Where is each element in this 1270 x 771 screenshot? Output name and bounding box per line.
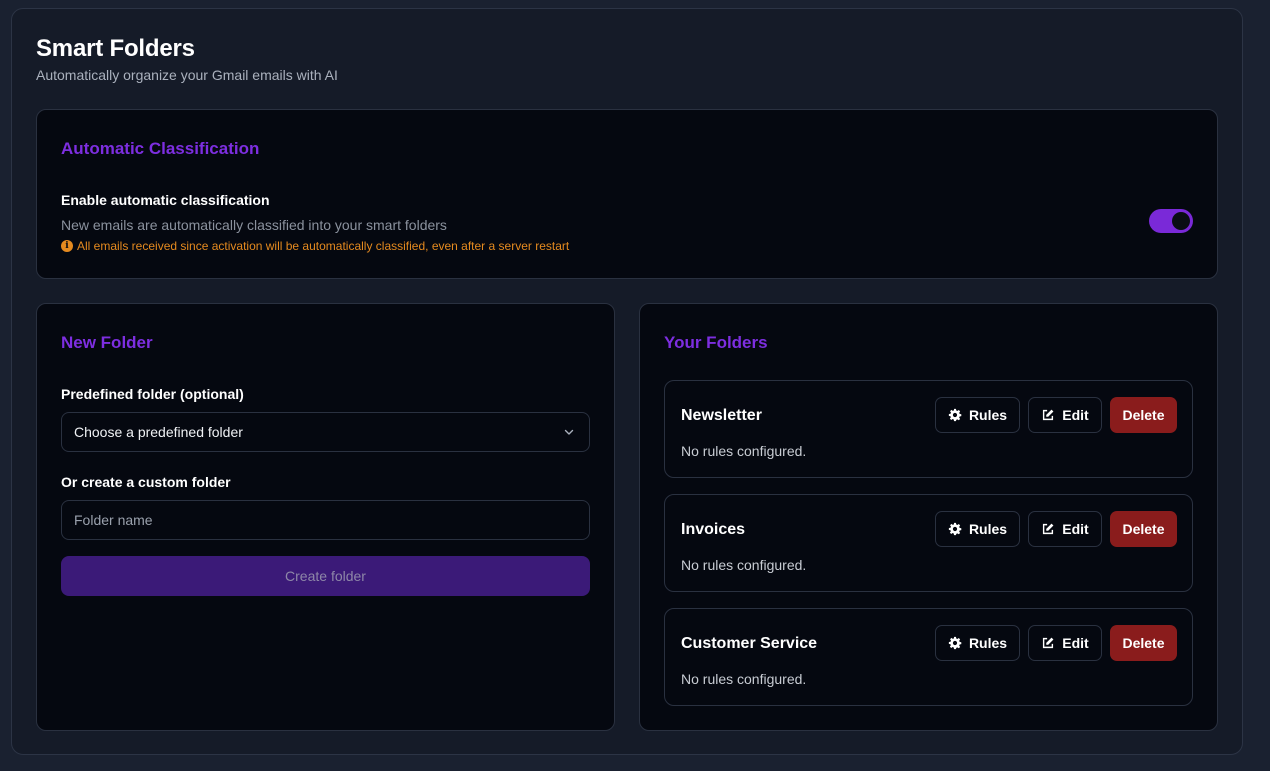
rules-label: Rules [968,635,1008,651]
folder-rules-status: No rules configured. [681,671,807,687]
auto-classification-label: Enable automatic classification [61,192,270,208]
folder-rules-status: No rules configured. [681,443,807,459]
auto-classification-description: New emails are automatically classified … [61,217,447,233]
chevron-down-icon [564,429,574,435]
folder-name: Newsletter [681,407,762,424]
gear-icon [948,408,962,422]
your-folders-title: Your Folders [664,333,768,352]
rules-label: Rules [968,521,1008,537]
edit-icon [1043,637,1054,649]
your-folders-card: Your Folders Newsletter No rules configu… [639,303,1218,731]
info-circle-icon: i [61,240,73,252]
edit-label: Edit [1062,407,1089,423]
warning-text: All emails received since activation wil… [77,239,570,253]
page-title: Smart Folders [36,35,195,62]
predefined-folder-value: Choose a predefined folder [74,424,243,440]
new-folder-title: New Folder [61,333,153,352]
new-folder-card: New Folder Predefined folder (optional) … [36,303,615,731]
folder-name-input[interactable] [61,500,590,540]
rules-button[interactable]: Rules [935,625,1020,661]
auto-classification-card: Automatic Classification Enable automati… [36,109,1218,279]
rules-button[interactable]: Rules [935,397,1020,433]
edit-label: Edit [1062,521,1089,537]
predefined-folder-select[interactable]: Choose a predefined folder [61,412,590,452]
edit-button[interactable]: Edit [1028,625,1102,661]
folder-item: Customer Service No rules configured. Ru… [664,608,1193,706]
create-folder-button[interactable]: Create folder [61,556,590,596]
folder-name: Invoices [681,521,746,538]
auto-classification-toggle[interactable] [1149,209,1193,233]
delete-button[interactable]: Delete [1110,511,1177,547]
edit-button[interactable]: Edit [1028,511,1102,547]
page-subtitle: Automatically organize your Gmail emails… [36,67,338,83]
folder-rules-status: No rules configured. [681,557,807,573]
delete-button[interactable]: Delete [1110,397,1177,433]
auto-classification-title: Automatic Classification [61,139,260,158]
edit-label: Edit [1062,635,1089,651]
rules-button[interactable]: Rules [935,511,1020,547]
gear-icon [948,636,962,650]
gear-icon [948,522,962,536]
rules-label: Rules [968,407,1008,423]
edit-icon [1043,409,1054,421]
auto-classification-warning: i All emails received since activation w… [61,239,569,253]
custom-folder-label: Or create a custom folder [61,474,231,490]
edit-icon [1043,523,1054,535]
smart-folders-panel: Smart Folders Automatically organize you… [11,8,1243,755]
predefined-folder-label: Predefined folder (optional) [61,386,244,402]
toggle-knob [1172,212,1190,230]
delete-button[interactable]: Delete [1110,625,1177,661]
edit-button[interactable]: Edit [1028,397,1102,433]
folder-item: Invoices No rules configured. Rules Edit… [664,494,1193,592]
folder-item: Newsletter No rules configured. Rules Ed… [664,380,1193,478]
folder-name: Customer Service [681,635,818,652]
